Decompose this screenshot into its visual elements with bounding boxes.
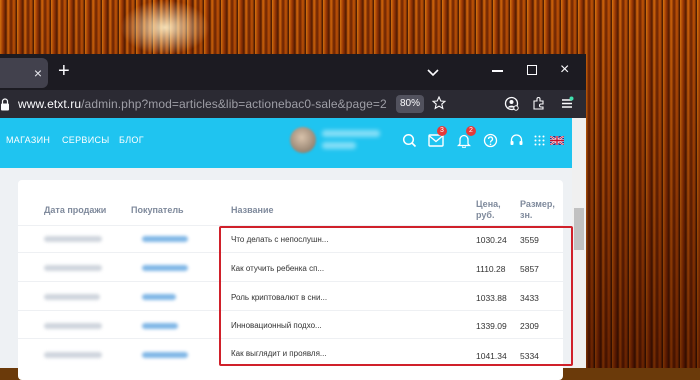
extensions-icon[interactable] <box>532 96 546 110</box>
help-icon[interactable] <box>483 133 498 148</box>
column-header-buyer[interactable]: Покупатель <box>131 205 184 216</box>
row-buyer-blurred[interactable] <box>142 352 188 358</box>
menu-link-shop[interactable]: МАГАЗИН <box>6 135 50 145</box>
tab-strip: × + × <box>0 54 586 90</box>
scrollbar-thumb[interactable] <box>574 208 584 250</box>
row-date-blurred <box>44 323 102 329</box>
address-bar[interactable]: www.etxt.ru/admin.php?mod=articles&lib=a… <box>18 97 387 111</box>
navigation-bar: www.etxt.ru/admin.php?mod=articles&lib=a… <box>0 90 586 118</box>
messages-badge: 3 <box>437 126 447 136</box>
browser-tab[interactable]: × <box>0 58 48 88</box>
column-header-price[interactable]: Цена, руб. <box>476 199 501 221</box>
url-path: /admin.php?mod=articles&lib=actionebac0-… <box>81 97 387 111</box>
tab-close-icon[interactable]: × <box>34 65 42 81</box>
column-header-price-line1: Цена, <box>476 199 501 209</box>
column-header-title[interactable]: Название <box>231 205 273 216</box>
user-balance-blurred <box>322 142 356 149</box>
row-buyer-blurred[interactable] <box>142 323 178 329</box>
maximize-button[interactable] <box>527 65 537 75</box>
menu-link-services[interactable]: СЕРВИСЫ <box>62 135 110 145</box>
avatar[interactable] <box>290 127 316 153</box>
column-header-size[interactable]: Размер, зн. <box>520 199 555 221</box>
apps-grid-icon[interactable] <box>534 135 545 146</box>
uk-flag-icon[interactable] <box>550 136 564 145</box>
column-header-price-line2: руб. <box>476 210 495 220</box>
chevron-down-icon[interactable] <box>424 63 442 81</box>
row-buyer-blurred[interactable] <box>142 236 188 242</box>
notifications-badge: 2 <box>466 126 476 136</box>
highlight-annotation-box <box>219 226 573 366</box>
menu-icon[interactable] <box>560 96 574 110</box>
menu-link-blog[interactable]: БЛОГ <box>119 135 144 145</box>
bookmark-star-icon[interactable] <box>432 96 446 110</box>
search-icon[interactable] <box>402 133 417 148</box>
new-tab-button[interactable]: + <box>58 61 70 81</box>
row-buyer-blurred[interactable] <box>142 294 176 300</box>
window-close-button[interactable]: × <box>560 61 569 79</box>
column-header-size-line2: зн. <box>520 210 533 220</box>
minimize-button[interactable] <box>492 70 503 72</box>
headset-icon[interactable] <box>509 133 524 148</box>
row-date-blurred <box>44 352 102 358</box>
column-header-size-line1: Размер, <box>520 199 555 209</box>
account-icon[interactable] <box>504 96 519 111</box>
row-date-blurred <box>44 294 100 300</box>
wallpaper-glow <box>120 0 210 55</box>
column-header-date[interactable]: Дата продажи <box>44 205 106 216</box>
zoom-indicator[interactable]: 80% <box>396 95 424 113</box>
url-domain: www.etxt.ru <box>18 97 82 111</box>
user-name-blurred <box>322 130 380 137</box>
row-date-blurred <box>44 236 102 242</box>
row-buyer-blurred[interactable] <box>142 265 188 271</box>
site-header: МАГАЗИН СЕРВИСЫ БЛОГ 3 2 <box>0 118 572 168</box>
lock-icon <box>1 98 9 111</box>
row-date-blurred <box>44 265 102 271</box>
